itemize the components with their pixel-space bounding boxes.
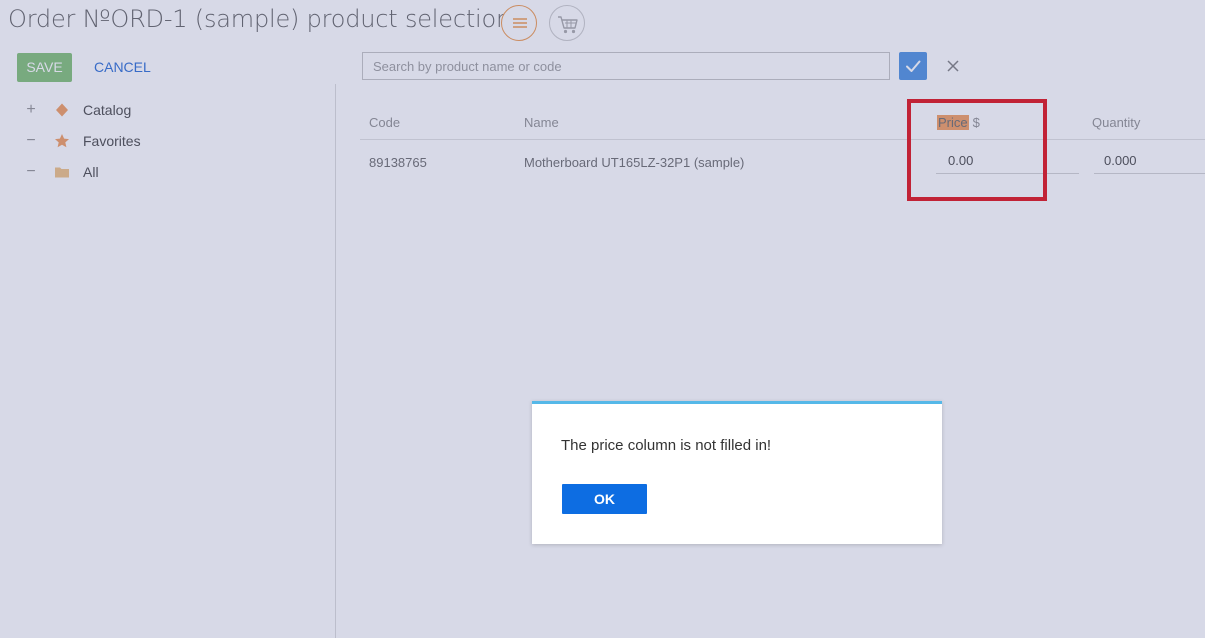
dialog-message: The price column is not filled in! <box>561 437 772 454</box>
product-selection-page: Order №ORD-1 (sample) product selection … <box>0 0 1205 638</box>
ok-button[interactable]: OK <box>562 484 647 514</box>
alert-dialog: The price column is not filled in! OK <box>532 401 942 544</box>
